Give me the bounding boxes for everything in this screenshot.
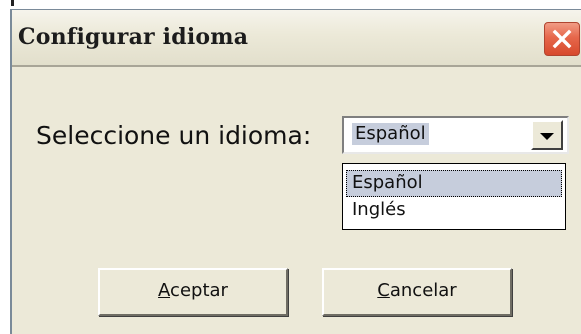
language-dropdown-list: Español Inglés bbox=[342, 163, 566, 230]
close-button[interactable] bbox=[544, 22, 580, 56]
language-select[interactable]: Español bbox=[342, 116, 569, 154]
language-option-ingles[interactable]: Inglés bbox=[346, 197, 562, 224]
language-dialog: Configurar idioma Seleccione un idioma: … bbox=[10, 9, 581, 334]
cancel-label: ancelar bbox=[389, 280, 457, 301]
accept-button[interactable]: Aceptar bbox=[98, 268, 288, 316]
chevron-down-icon bbox=[540, 133, 554, 140]
accept-mnemonic: A bbox=[158, 280, 171, 301]
close-icon bbox=[552, 29, 572, 49]
language-option-espanol[interactable]: Español bbox=[346, 170, 562, 197]
cancel-button[interactable]: Cancelar bbox=[322, 268, 512, 316]
cancel-mnemonic: C bbox=[377, 280, 390, 301]
screen: Configurar idioma Seleccione un idioma: … bbox=[0, 0, 581, 334]
window-title: Configurar idioma bbox=[18, 24, 249, 50]
language-select-value: Español bbox=[352, 123, 429, 145]
dropdown-arrow-button[interactable] bbox=[531, 120, 563, 150]
title-bar[interactable]: Configurar idioma bbox=[12, 10, 581, 67]
language-prompt-label: Seleccione un idioma: bbox=[36, 121, 312, 150]
background-edge bbox=[11, 0, 14, 6]
accept-label: ceptar bbox=[170, 280, 228, 301]
